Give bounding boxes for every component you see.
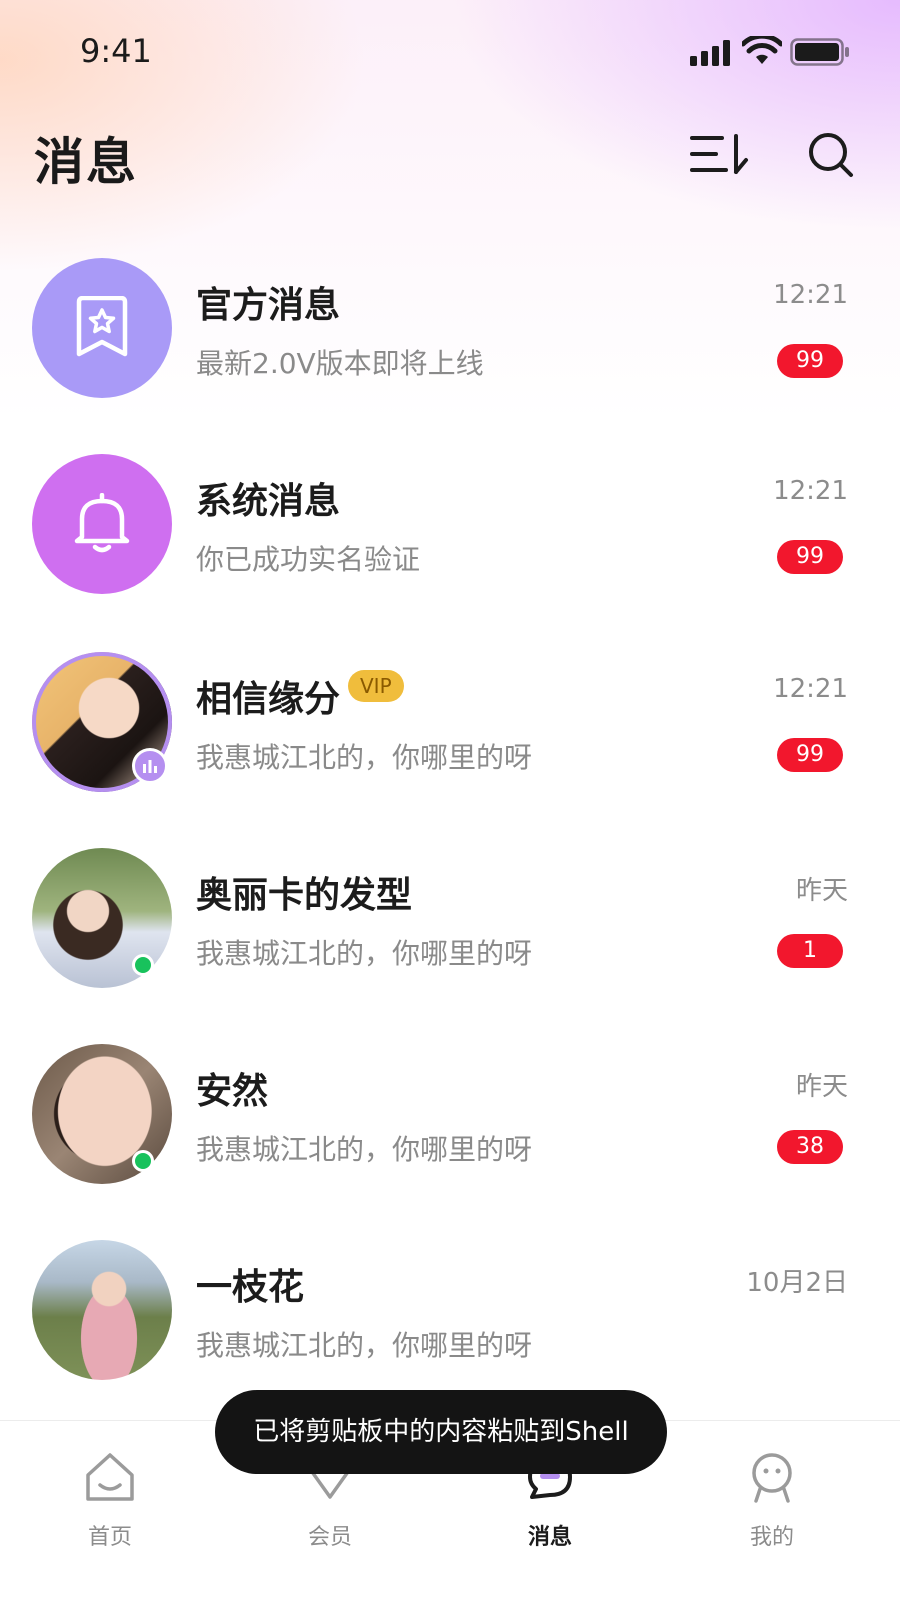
- conversation-name: 系统消息: [196, 481, 341, 522]
- tab-profile[interactable]: 我的: [712, 1441, 832, 1561]
- unread-badge: 99: [777, 738, 843, 772]
- unread-badge: 1: [777, 934, 843, 968]
- profile-icon: [752, 1453, 792, 1503]
- conversation-preview: 我惠城江北的，你哪里的呀: [196, 1329, 533, 1362]
- conversation-preview: 我惠城江北的，你哪里的呀: [196, 937, 533, 970]
- online-status-dot: [132, 1150, 154, 1172]
- battery-icon: [790, 38, 849, 66]
- conversation-time: 12:21: [773, 476, 848, 506]
- conversation-time: 10月2日: [746, 1268, 848, 1298]
- conversation-name: 官方消息: [196, 285, 341, 326]
- search-icon[interactable]: [806, 130, 856, 180]
- page-header: 消息: [0, 110, 900, 200]
- tab-label: 首页: [87, 1525, 132, 1550]
- unread-badge: 99: [777, 540, 843, 574]
- live-status-icon: [132, 748, 168, 784]
- cellular-signal-icon: [690, 40, 730, 66]
- conversation-row-anran[interactable]: 安然 我惠城江北的，你哪里的呀 昨天 38: [0, 1036, 900, 1206]
- conversation-time: 昨天: [795, 1072, 848, 1102]
- conversation-name: 安然: [196, 1071, 269, 1112]
- conversation-row-official[interactable]: 官方消息 最新2.0V版本即将上线 12:21 99: [0, 250, 900, 420]
- page-title: 消息: [34, 133, 138, 191]
- tab-home[interactable]: 首页: [50, 1441, 170, 1561]
- sort-icon[interactable]: [690, 130, 752, 180]
- official-badge-icon: [76, 296, 128, 357]
- conversation-time: 12:21: [773, 280, 848, 310]
- status-time: 9:41: [80, 32, 152, 70]
- wifi-icon: [742, 36, 782, 64]
- conversation-name: 相信缘分: [196, 679, 341, 720]
- conversation-row-aolika[interactable]: 奥丽卡的发型 我惠城江北的，你哪里的呀 昨天 1: [0, 840, 900, 1010]
- tab-label: 我的: [749, 1525, 794, 1550]
- unread-badge: 99: [777, 344, 843, 378]
- vip-badge: VIP: [348, 670, 404, 702]
- user-avatar-photo: [32, 1240, 172, 1380]
- status-bar: 9:41: [0, 0, 900, 100]
- bell-icon: [74, 493, 130, 553]
- official-avatar: [32, 258, 172, 398]
- conversation-name: 一枝花: [196, 1267, 305, 1308]
- conversation-row-system[interactable]: 系统消息 你已成功实名验证 12:21 99: [0, 446, 900, 616]
- conversation-preview: 你已成功实名验证: [196, 543, 421, 576]
- conversation-time: 12:21: [773, 674, 848, 704]
- conversation-name: 奥丽卡的发型: [196, 875, 413, 916]
- tab-label: 会员: [307, 1525, 352, 1550]
- conversation-preview: 最新2.0V版本即将上线: [196, 347, 484, 380]
- conversation-time: 昨天: [795, 876, 848, 906]
- tab-label: 消息: [527, 1525, 572, 1550]
- system-avatar: [32, 454, 172, 594]
- home-icon: [86, 1453, 134, 1501]
- conversation-preview: 我惠城江北的，你哪里的呀: [196, 1133, 533, 1166]
- online-status-dot: [132, 954, 154, 976]
- unread-badge: 38: [777, 1130, 843, 1164]
- conversation-row-xiangxin[interactable]: 相信缘分 VIP 我惠城江北的，你哪里的呀 12:21 99: [0, 644, 900, 814]
- clipboard-toast: 已将剪贴板中的内容粘贴到Shell: [215, 1390, 667, 1474]
- conversation-preview: 我惠城江北的，你哪里的呀: [196, 741, 533, 774]
- conversation-row-yizhihua[interactable]: 一枝花 我惠城江北的，你哪里的呀 10月2日: [0, 1232, 900, 1402]
